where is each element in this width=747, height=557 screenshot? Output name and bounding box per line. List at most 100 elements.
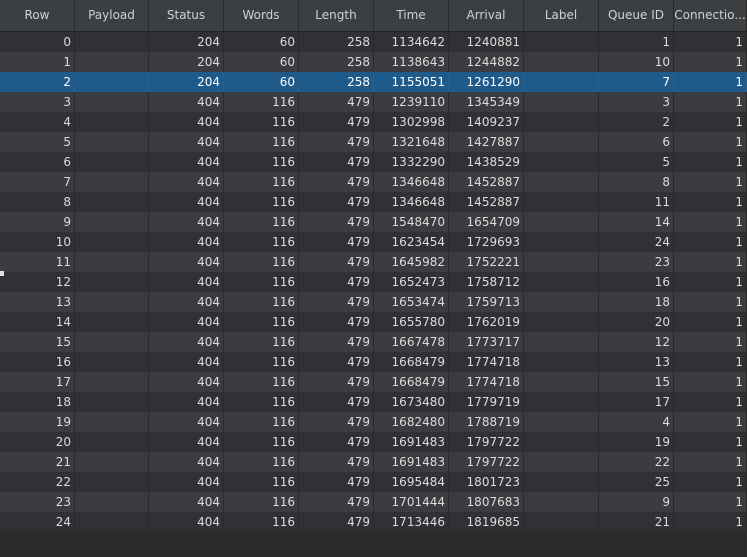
row-number-cell: 21 [0, 452, 75, 472]
connection-cell: 1 [674, 312, 747, 332]
column-header-queue-id[interactable]: Queue ID [599, 0, 674, 31]
column-header-length[interactable]: Length [299, 0, 374, 31]
status-cell: 404 [149, 352, 224, 372]
table-row[interactable]: 3 404 116 479 1239110 1345349 3 1 [0, 92, 747, 112]
arrival-cell: 1240881 [449, 32, 524, 52]
row-number-cell: 20 [0, 432, 75, 452]
column-header-connection[interactable]: Connectio... [674, 0, 747, 31]
table-row[interactable]: 8 404 116 479 1346648 1452887 11 1 [0, 192, 747, 212]
payload-cell [75, 112, 149, 132]
time-cell: 1623454 [374, 232, 449, 252]
time-cell: 1713446 [374, 512, 449, 532]
arrival-cell: 1773717 [449, 332, 524, 352]
column-divider [448, 532, 449, 557]
label-cell [524, 52, 599, 72]
table-row[interactable]: 6 404 116 479 1332290 1438529 5 1 [0, 152, 747, 172]
table-row[interactable]: 18 404 116 479 1673480 1779719 17 1 [0, 392, 747, 412]
table-row[interactable]: 20 404 116 479 1691483 1797722 19 1 [0, 432, 747, 452]
table-row[interactable]: 7 404 116 479 1346648 1452887 8 1 [0, 172, 747, 192]
row-number-cell: 24 [0, 512, 75, 532]
arrival-cell: 1797722 [449, 452, 524, 472]
connection-cell: 1 [674, 232, 747, 252]
column-header-arrival[interactable]: Arrival [449, 0, 524, 31]
status-cell: 404 [149, 392, 224, 412]
length-cell: 479 [299, 212, 374, 232]
payload-cell [75, 352, 149, 372]
table-row[interactable]: 11 404 116 479 1645982 1752221 23 1 [0, 252, 747, 272]
time-cell: 1645982 [374, 252, 449, 272]
payload-cell [75, 32, 149, 52]
payload-cell [75, 92, 149, 112]
table-row[interactable]: 2 204 60 258 1155051 1261290 7 1 [0, 72, 747, 92]
time-cell: 1155051 [374, 72, 449, 92]
length-cell: 258 [299, 32, 374, 52]
row-number-cell: 17 [0, 372, 75, 392]
time-cell: 1668479 [374, 372, 449, 392]
status-cell: 404 [149, 212, 224, 232]
table-row[interactable]: 15 404 116 479 1667478 1773717 12 1 [0, 332, 747, 352]
table-row[interactable]: 23 404 116 479 1701444 1807683 9 1 [0, 492, 747, 512]
time-cell: 1668479 [374, 352, 449, 372]
row-number-cell: 11 [0, 252, 75, 272]
connection-cell: 1 [674, 92, 747, 112]
label-cell [524, 512, 599, 532]
column-header-payload[interactable]: Payload [75, 0, 149, 31]
column-divider [598, 532, 599, 557]
payload-cell [75, 432, 149, 452]
table-row[interactable]: 22 404 116 479 1695484 1801723 25 1 [0, 472, 747, 492]
table-row[interactable]: 24 404 116 479 1713446 1819685 21 1 [0, 512, 747, 532]
arrival-cell: 1452887 [449, 192, 524, 212]
table-row[interactable]: 19 404 116 479 1682480 1788719 4 1 [0, 412, 747, 432]
connection-cell: 1 [674, 192, 747, 212]
table-row[interactable]: 13 404 116 479 1653474 1759713 18 1 [0, 292, 747, 312]
row-number-cell: 5 [0, 132, 75, 152]
table-row[interactable]: 9 404 116 479 1548470 1654709 14 1 [0, 212, 747, 232]
words-cell: 116 [224, 312, 299, 332]
time-cell: 1682480 [374, 412, 449, 432]
time-cell: 1701444 [374, 492, 449, 512]
column-header-row[interactable]: Row [0, 0, 75, 31]
words-cell: 116 [224, 432, 299, 452]
length-cell: 479 [299, 192, 374, 212]
length-cell: 479 [299, 412, 374, 432]
table-row[interactable]: 16 404 116 479 1668479 1774718 13 1 [0, 352, 747, 372]
status-cell: 404 [149, 492, 224, 512]
connection-cell: 1 [674, 492, 747, 512]
words-cell: 116 [224, 132, 299, 152]
status-cell: 204 [149, 32, 224, 52]
status-cell: 404 [149, 452, 224, 472]
table-row[interactable]: 14 404 116 479 1655780 1762019 20 1 [0, 312, 747, 332]
length-cell: 479 [299, 152, 374, 172]
label-cell [524, 452, 599, 472]
status-cell: 404 [149, 332, 224, 352]
queue-id-cell: 21 [599, 512, 674, 532]
table-row[interactable]: 4 404 116 479 1302998 1409237 2 1 [0, 112, 747, 132]
length-cell: 479 [299, 372, 374, 392]
arrival-cell: 1752221 [449, 252, 524, 272]
column-header-words[interactable]: Words [224, 0, 299, 31]
table-row[interactable]: 10 404 116 479 1623454 1729693 24 1 [0, 232, 747, 252]
table-row[interactable]: 12 404 116 479 1652473 1758712 16 1 [0, 272, 747, 292]
column-header-label[interactable]: Label [524, 0, 599, 31]
table-row[interactable]: 17 404 116 479 1668479 1774718 15 1 [0, 372, 747, 392]
arrival-cell: 1774718 [449, 352, 524, 372]
length-cell: 258 [299, 52, 374, 72]
column-header-time[interactable]: Time [374, 0, 449, 31]
queue-id-cell: 18 [599, 292, 674, 312]
time-cell: 1134642 [374, 32, 449, 52]
time-cell: 1239110 [374, 92, 449, 112]
time-cell: 1548470 [374, 212, 449, 232]
payload-cell [75, 232, 149, 252]
arrival-cell: 1409237 [449, 112, 524, 132]
arrival-cell: 1244882 [449, 52, 524, 72]
label-cell [524, 252, 599, 272]
table-row[interactable]: 0 204 60 258 1134642 1240881 1 1 [0, 32, 747, 52]
connection-cell: 1 [674, 212, 747, 232]
label-cell [524, 312, 599, 332]
table-row[interactable]: 21 404 116 479 1691483 1797722 22 1 [0, 452, 747, 472]
resize-handle[interactable] [0, 271, 4, 276]
connection-cell: 1 [674, 432, 747, 452]
table-row[interactable]: 5 404 116 479 1321648 1427887 6 1 [0, 132, 747, 152]
table-row[interactable]: 1 204 60 258 1138643 1244882 10 1 [0, 52, 747, 72]
column-header-status[interactable]: Status [149, 0, 224, 31]
